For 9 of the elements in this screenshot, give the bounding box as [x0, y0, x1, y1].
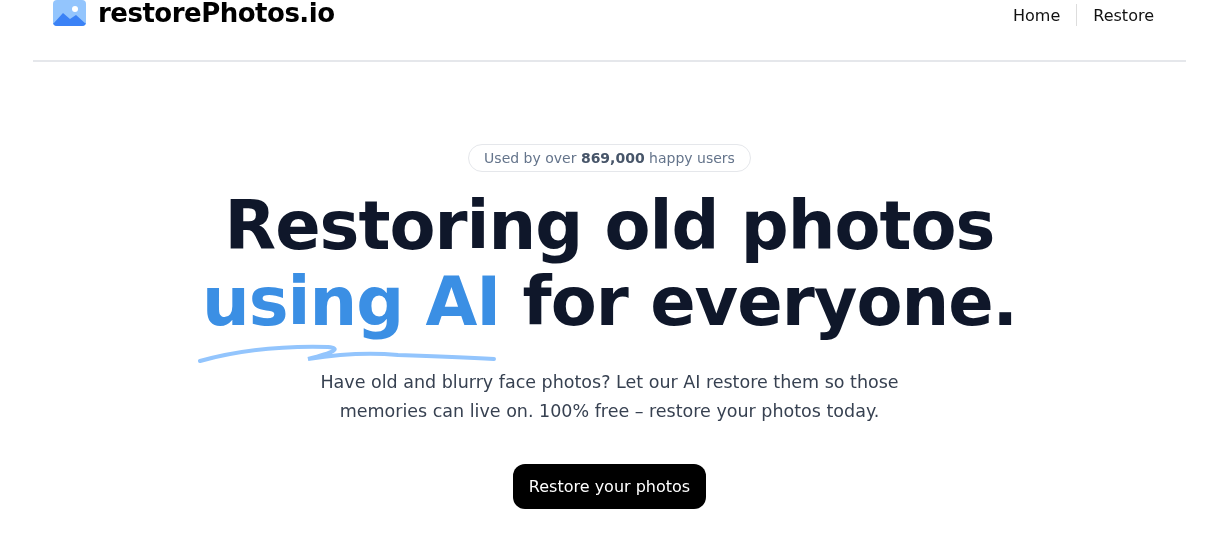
description-text: Have old and blurry face photos? Let our AI restore them so those memories can live on. 100% free – restore your photos today. [319, 371, 900, 423]
image-icon [53, 0, 86, 26]
restore-button[interactable]: Restore your photos [512, 464, 707, 509]
highlight-text: using AI [201, 263, 501, 341]
headline-text: for everyone. [522, 263, 1018, 341]
logo-text: restorePhotos.io [98, 0, 335, 28]
nav-link[interactable]: Restore [1081, 5, 1166, 25]
headline-text: Restoring old photos [223, 188, 996, 264]
nav-link[interactable]: Home [1001, 5, 1073, 25]
